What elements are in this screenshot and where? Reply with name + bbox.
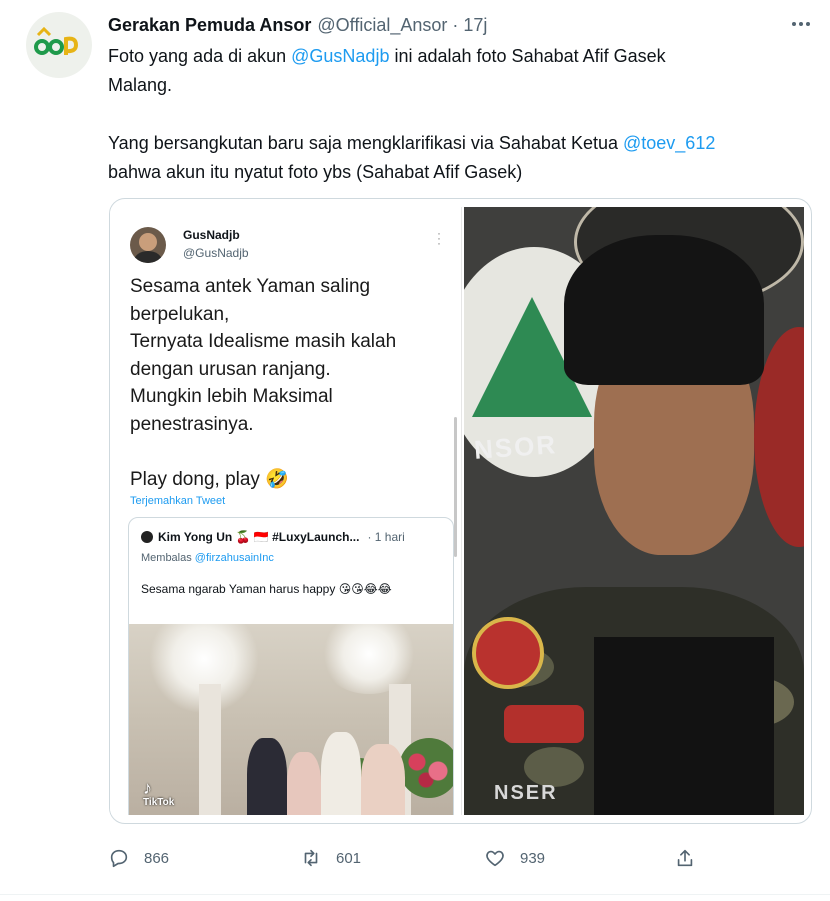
tweet-line: Malang. xyxy=(108,75,173,95)
tiktok-watermark: ♪ TikTok xyxy=(143,779,174,808)
camo-spot xyxy=(524,747,584,787)
author-name[interactable]: Gerakan Pemuda Ansor xyxy=(108,15,311,36)
more-dot xyxy=(806,22,810,26)
reply-handle: @firzahusainInc xyxy=(194,552,274,564)
more-dot xyxy=(799,22,803,26)
retweet-count: 601 xyxy=(336,849,362,867)
embedded-more-icon: · · · xyxy=(437,226,441,250)
embedded-line: Ternyata Idealisme masih kalah xyxy=(130,331,397,352)
quoted-emojis: 😘😘😂😂 xyxy=(338,582,392,596)
black-shirt xyxy=(594,637,774,815)
divider xyxy=(0,894,830,895)
banser-badge xyxy=(472,617,544,689)
person-photo[interactable]: NSOR NSER xyxy=(464,207,804,815)
tweet-header: Gerakan Pemuda Ansor @Official_Ansor · 1… xyxy=(108,13,487,37)
retweet-button[interactable]: 601 xyxy=(300,846,361,870)
tweet-line: Yang bersangkutan baru saja mengklarifik… xyxy=(108,129,813,158)
quoted-time: · 1 hari xyxy=(367,530,405,544)
heart-icon xyxy=(486,850,504,867)
embedded-tweet-screenshot[interactable]: GusNadjb @GusNadjb · · · Sesama antek Yama… xyxy=(110,207,462,815)
quoted-text-body: Sesama ngarab Yaman harus happy xyxy=(141,582,336,596)
tweet-card[interactable]: Gerakan Pemuda Ansor @Official_Ansor · 1… xyxy=(0,0,830,901)
more-options-button[interactable] xyxy=(792,14,810,34)
embedded-line: dengan urusan ranjang. xyxy=(130,358,331,380)
mention-link[interactable]: @GusNadjb xyxy=(291,46,389,66)
like-count: 939 xyxy=(520,849,546,867)
tweet-text-segment: Yang bersangkutan baru saja mengklarifik… xyxy=(108,133,623,153)
reply-count: 866 xyxy=(144,849,170,867)
wing-badge xyxy=(504,705,584,743)
embedded-scrollbar xyxy=(454,417,457,557)
embedded-tweet-text: Sesama antek Yaman saling berpelukan, Te… xyxy=(130,273,440,494)
wedding-photo: ♪ TikTok xyxy=(129,624,453,815)
person xyxy=(247,738,287,815)
flowers xyxy=(399,738,453,798)
embedded-author-handle: @GusNadjb xyxy=(183,246,249,260)
tweet-media[interactable]: GusNadjb @GusNadjb · · · Sesama antek Yama… xyxy=(109,198,812,824)
mention-link[interactable]: @toev_612 xyxy=(623,133,715,153)
shirt-label: NSER xyxy=(494,782,558,804)
tiktok-label: TikTok xyxy=(143,797,175,808)
reply-bubble-icon xyxy=(110,849,128,868)
tweet-line: bahwa akun itu nyatut foto ybs (Sahabat … xyxy=(108,162,523,182)
quoted-text: Sesama ngarab Yaman harus happy 😘😘😂😂 xyxy=(141,580,441,599)
tweet-line: Foto yang ada di akun @GusNadjb ini adal… xyxy=(108,42,813,71)
embedded-play-line: Play dong, play 🤣 xyxy=(130,469,289,490)
like-button[interactable]: 939 xyxy=(484,846,545,870)
separator-dot: · xyxy=(452,14,459,35)
embedded-line: Sesama antek Yaman saling xyxy=(130,276,371,297)
black-cap xyxy=(564,235,764,385)
quoted-header: Kim Yong Un 🍒 🇮🇩 #LuxyLaunch... · 1 hari xyxy=(141,530,405,544)
reply-button[interactable]: 866 xyxy=(108,846,169,870)
person xyxy=(321,732,361,815)
quoted-author-name: Kim Yong Un 🍒 🇮🇩 #LuxyLaunch... xyxy=(158,530,360,544)
retweet-icon xyxy=(304,849,318,867)
person xyxy=(361,744,405,815)
embedded-line: berpelukan, xyxy=(130,303,230,325)
embedded-author-name: GusNadjb xyxy=(183,228,240,242)
quoted-tweet: Kim Yong Un 🍒 🇮🇩 #LuxyLaunch... · 1 hari… xyxy=(128,517,454,815)
author-handle[interactable]: @Official_Ansor xyxy=(317,15,447,36)
pillar xyxy=(199,684,221,815)
tweet-text-segment: ini adalah foto Sahabat Afif Gasek xyxy=(389,46,666,66)
embedded-line: Mungkin lebih Maksimal xyxy=(130,386,333,407)
tweet-text: Foto yang ada di akun @GusNadjb ini adal… xyxy=(108,42,813,187)
share-icon xyxy=(677,849,693,867)
ansor-logo-icon xyxy=(34,26,79,55)
tweet-text-segment: Foto yang ada di akun xyxy=(108,46,292,66)
tweet-time[interactable]: 17j xyxy=(463,15,487,36)
more-horizontal-icon xyxy=(792,22,796,26)
reply-prefix: Membalas xyxy=(141,552,195,564)
ansor-patch-label: NSOR xyxy=(473,429,559,465)
share-button[interactable] xyxy=(674,846,710,870)
embedded-line: penestrasinya. xyxy=(130,413,254,435)
embedded-avatar xyxy=(130,227,166,263)
translate-link: Terjemahkan Tweet xyxy=(130,495,226,507)
quoted-avatar xyxy=(141,531,153,543)
tiktok-icon: ♪ xyxy=(143,778,152,798)
person xyxy=(287,752,321,815)
author-avatar[interactable] xyxy=(26,12,92,78)
action-bar: 866 601 939 xyxy=(108,846,708,870)
quoted-reply-to: Membalas @firzahusainInc xyxy=(141,552,274,564)
